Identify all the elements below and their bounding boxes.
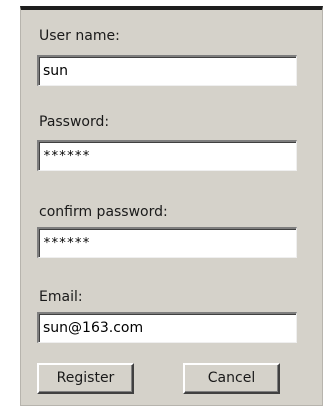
password-label: Password: [39, 114, 110, 130]
cancel-button[interactable]: Cancel [183, 363, 280, 394]
confirm-password-field[interactable] [37, 227, 297, 258]
password-field[interactable] [37, 140, 297, 171]
registration-form-panel: User name: Password: confirm password: E… [20, 6, 323, 406]
username-field[interactable] [37, 55, 297, 86]
page: User name: Password: confirm password: E… [0, 0, 329, 412]
email-field[interactable] [37, 312, 297, 343]
username-label: User name: [39, 28, 120, 44]
register-button[interactable]: Register [37, 363, 134, 394]
confirm-password-label: confirm password: [39, 204, 168, 220]
email-label: Email: [39, 289, 83, 305]
